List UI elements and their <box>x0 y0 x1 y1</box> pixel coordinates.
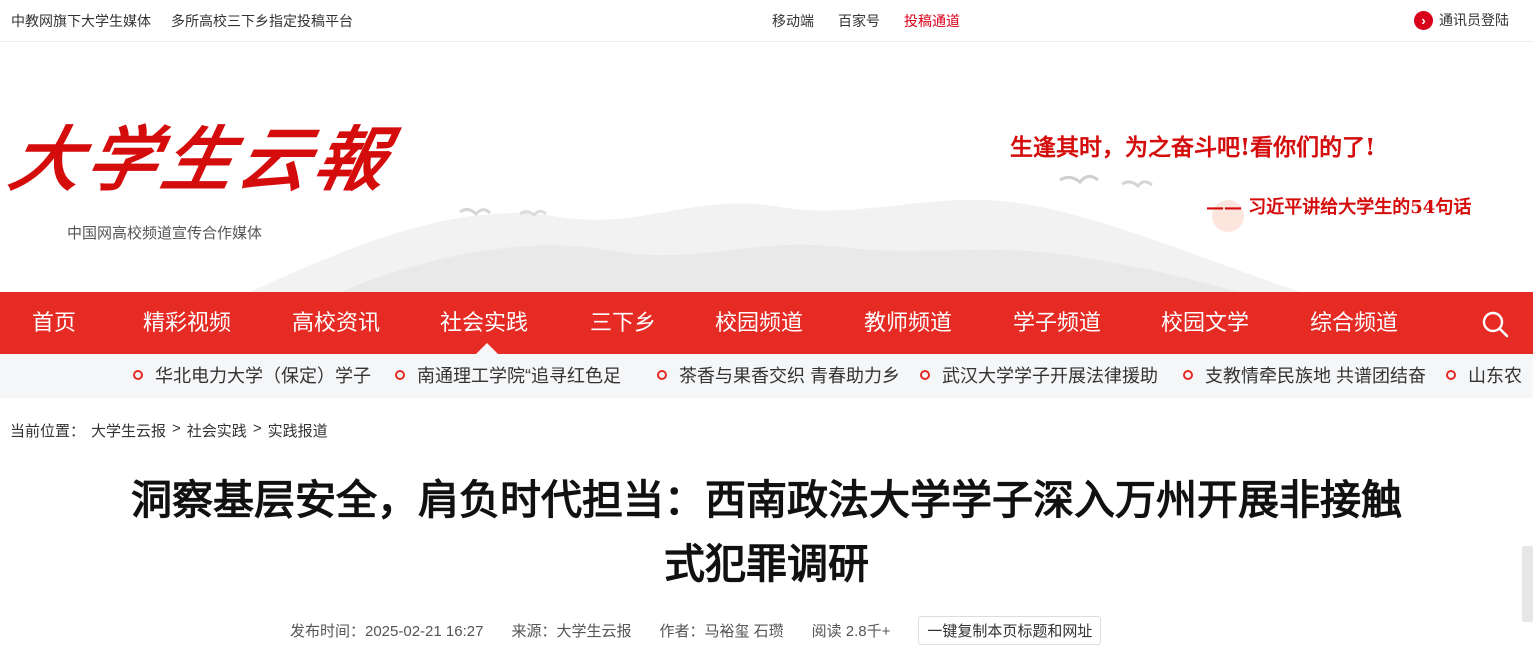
ring-dot-icon <box>657 370 667 381</box>
search-button[interactable] <box>1480 309 1510 339</box>
news-ticker: 华北电力大学（保定）学子 南通理工学院“追寻红色足 茶香与果香交织 青春助力乡 … <box>0 354 1533 398</box>
nav-item-campus-literature[interactable]: 校园文学 <box>1161 292 1249 354</box>
ring-dot-icon <box>395 370 405 381</box>
nav-item-home[interactable]: 首页 <box>32 292 76 354</box>
nav-item-campus-channel[interactable]: 校园频道 <box>715 292 803 354</box>
breadcrumb-practice-report[interactable]: 实践报道 <box>268 420 328 441</box>
ring-dot-icon <box>920 370 930 381</box>
scrollbar-thumb[interactable] <box>1522 546 1533 622</box>
site-header: 大学生云報 中国网高校频道宣传合作媒体 生逢其时，为之奋斗吧!看你们的了! ——… <box>0 42 1533 292</box>
breadcrumb-separator: > <box>252 420 262 437</box>
article-author: 作者：马裕玺 石瓒 <box>659 623 784 640</box>
breadcrumb-separator: > <box>172 420 181 437</box>
breadcrumb-social-practice[interactable]: 社会实践 <box>187 420 247 441</box>
top-bar: 中教网旗下大学生媒体 多所高校三下乡指定投稿平台 移动端 百家号 投稿通道 › … <box>0 0 1533 42</box>
article-title-line-1: 洞察基层安全，肩负时代担当：西南政法大学学子深入万州开展非接触 <box>131 476 1402 524</box>
top-center-links: 移动端 百家号 投稿通道 <box>772 11 960 31</box>
top-link-baijiahao[interactable]: 百家号 <box>838 11 880 31</box>
article-source: 来源：大学生云报 <box>511 623 632 640</box>
ticker-item[interactable]: 南通理工学院“追寻红色足 <box>395 354 621 398</box>
ticker-item[interactable]: 支教情牵民族地 共谱团结奋 <box>1183 354 1426 398</box>
breadcrumb-home[interactable]: 大学生云报 <box>91 420 166 441</box>
top-link-platform[interactable]: 多所高校三下乡指定投稿平台 <box>171 11 353 31</box>
nav-item-campus-news[interactable]: 高校资讯 <box>292 292 380 354</box>
copy-title-url-button[interactable]: 一键复制本页标题和网址 <box>918 616 1102 645</box>
active-nav-indicator <box>476 343 498 354</box>
header-slogan-source: —— 习近平讲给大学生的54句话 <box>1206 197 1472 218</box>
article-meta: 发布时间：2025-02-21 16:27 来源：大学生云报 作者：马裕玺 石瓒… <box>290 616 1102 645</box>
ring-dot-icon <box>133 370 143 381</box>
nav-item-teacher-channel[interactable]: 教师频道 <box>864 292 952 354</box>
nav-item-general-channel[interactable]: 综合频道 <box>1310 292 1398 354</box>
header-slogan: 生逢其时，为之奋斗吧!看你们的了! <box>1010 134 1376 161</box>
top-link-submit[interactable]: 投稿通道 <box>904 11 960 31</box>
top-link-media[interactable]: 中教网旗下大学生媒体 <box>11 11 151 31</box>
arrow-right-circle-icon: › <box>1414 10 1433 30</box>
logo-subtitle: 中国网高校频道宣传合作媒体 <box>67 225 263 242</box>
main-nav: 首页 精彩视频 高校资讯 社会实践 三下乡 校园频道 教师频道 学子频道 校园文… <box>0 292 1533 354</box>
nav-item-student-channel[interactable]: 学子频道 <box>1013 292 1101 354</box>
site-logo[interactable]: 大学生云報 <box>3 118 401 201</box>
ticker-item[interactable]: 茶香与果香交织 青春助力乡 <box>657 354 900 398</box>
ticker-item[interactable]: 武汉大学学子开展法律援助 <box>920 354 1158 398</box>
ring-dot-icon <box>1183 370 1193 381</box>
reporter-login-label: 通讯员登陆 <box>1439 12 1509 28</box>
breadcrumb: 当前位置： 大学生云报 > 社会实践 > 实践报道 <box>10 420 328 441</box>
ring-dot-icon <box>1446 370 1456 381</box>
ticker-item[interactable]: 山东农 <box>1446 354 1522 398</box>
breadcrumb-label: 当前位置： <box>10 423 86 440</box>
publish-time: 发布时间：2025-02-21 16:27 <box>290 623 484 640</box>
nav-item-videos[interactable]: 精彩视频 <box>143 292 231 354</box>
top-left-links: 中教网旗下大学生媒体 多所高校三下乡指定投稿平台 <box>11 11 353 31</box>
top-link-mobile[interactable]: 移动端 <box>772 11 814 31</box>
nav-item-sanxiaxiang[interactable]: 三下乡 <box>590 292 656 354</box>
article-title: 洞察基层安全，肩负时代担当：西南政法大学学子深入万州开展非接触 式犯罪调研 <box>0 468 1533 596</box>
read-count: 阅读 2.8千+ <box>811 623 891 640</box>
search-icon <box>1482 311 1509 338</box>
ticker-item[interactable]: 华北电力大学（保定）学子 <box>133 354 371 398</box>
article-title-line-2: 式犯罪调研 <box>664 540 869 588</box>
reporter-login[interactable]: › 通讯员登陆 <box>1414 10 1509 30</box>
